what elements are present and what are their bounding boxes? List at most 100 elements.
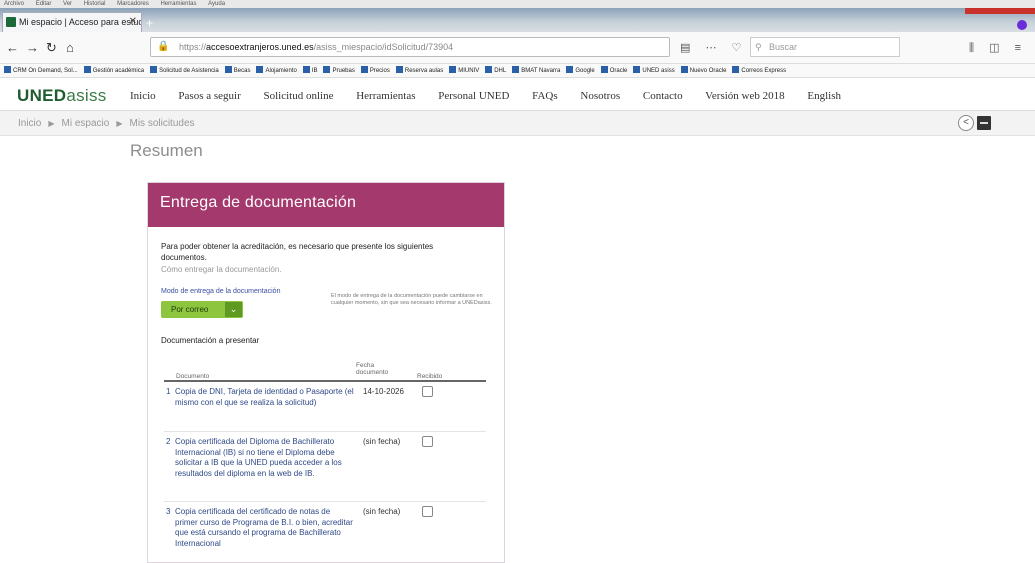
bookmark-item[interactable]: BMAT Navarra: [512, 68, 560, 74]
row-document-text: Copia certificada del Diploma de Bachill…: [175, 437, 342, 478]
search-icon: ⚲: [755, 42, 762, 52]
card-title: Entrega de documentación: [160, 194, 357, 211]
bookmark-item[interactable]: Becas: [225, 68, 251, 74]
row-document-text: Copia de DNI, Tarjeta de identidad o Pas…: [175, 387, 354, 407]
breadcrumb: Inicio ▶ Mi espacio ▶ Mis solicitudes <: [0, 110, 1035, 136]
menu-editar[interactable]: Editar: [32, 1, 52, 7]
header-fecha: Fecha documento: [356, 362, 389, 376]
bookmark-item[interactable]: DHL: [485, 68, 506, 74]
row-number: 3: [166, 507, 171, 516]
bookmark-item[interactable]: Gestión académica: [84, 68, 144, 74]
nav-inicio[interactable]: Inicio: [130, 90, 156, 102]
forward-arrow-icon[interactable]: →: [26, 40, 39, 55]
browser-account-icon[interactable]: [1017, 20, 1027, 30]
intro-text: Para poder obtener la acreditación, es n…: [161, 242, 434, 262]
received-checkbox[interactable]: [422, 506, 433, 517]
chevron-down-icon[interactable]: ⌄: [225, 302, 242, 317]
bookmark-item[interactable]: Pruebas: [323, 68, 354, 74]
row-date: (sin fecha): [363, 437, 401, 446]
browser-menubar: Archivo Editar Ver Historial Marcadores …: [0, 0, 1035, 8]
uned-favicon-icon: [6, 17, 16, 27]
table-row: 1 Copia de DNI, Tarjeta de identidad o P…: [164, 382, 486, 432]
delivery-mode-note: El modo de entrega de la documentación p…: [331, 293, 492, 306]
nav-herramientas[interactable]: Herramientas: [356, 90, 415, 102]
url-host: accesoextranjeros.uned.es: [206, 42, 314, 52]
url-path: /asiss_miespacio/idSolicitud/73904: [313, 42, 454, 52]
table-row: 2 Copia certificada del Diploma de Bachi…: [164, 432, 486, 502]
breadcrumb-separator-icon: ▶: [116, 119, 123, 128]
menu-ver[interactable]: Ver: [59, 1, 72, 7]
home-icon[interactable]: ⌂: [66, 40, 74, 55]
url-prefix: https://: [179, 42, 207, 52]
delivery-mode-select[interactable]: Por correo ⌄: [161, 301, 243, 318]
search-placeholder: Buscar: [769, 42, 798, 52]
search-input[interactable]: ⚲ Buscar: [750, 37, 900, 57]
menu-marcadores[interactable]: Marcadores: [113, 1, 149, 7]
row-document-text: Copia certificada del certificado de not…: [175, 507, 353, 548]
delivery-mode-label: Modo de entrega de la documentación: [161, 288, 281, 295]
new-tab-button[interactable]: +: [146, 16, 153, 30]
delivery-mode-value: Por correo: [171, 305, 209, 314]
nav-nosotros[interactable]: Nosotros: [580, 90, 620, 102]
main-nav: Inicio Pasos a seguir Solicitud online H…: [130, 90, 861, 102]
nav-english[interactable]: English: [807, 90, 841, 102]
documents-title: Documentación a presentar: [161, 336, 260, 345]
menu-herramientas[interactable]: Herramientas: [156, 1, 196, 7]
tab-title: Mi espacio | Acceso para estud: [19, 17, 142, 27]
breadcrumb-mis-solicitudes[interactable]: Mis solicitudes: [129, 118, 194, 129]
row-date: (sin fecha): [363, 507, 401, 516]
nav-pasos[interactable]: Pasos a seguir: [178, 90, 240, 102]
site-header: UNEDasiss Inicio Pasos a seguir Solicitu…: [0, 80, 1035, 110]
table-header: Documento Fecha documento Recibido: [164, 358, 486, 382]
header-document: Documento: [176, 373, 210, 380]
bookmarks-bar: CRM On Demand, Sol... Gestión académica So…: [0, 64, 1035, 78]
nav-faqs[interactable]: FAQs: [532, 90, 557, 102]
bookmark-item[interactable]: Precios: [361, 68, 390, 74]
breadcrumb-mi-espacio[interactable]: Mi espacio: [62, 118, 110, 129]
bookmark-item[interactable]: Solicitud de Asistencia: [150, 68, 219, 74]
library-menu-icon[interactable]: ⫼ ◫ ≡: [969, 41, 1027, 55]
bookmark-item[interactable]: CRM On Demand, Sol...: [4, 68, 78, 74]
back-arrow-icon[interactable]: ←: [6, 40, 19, 55]
nav-solicitud[interactable]: Solicitud online: [264, 90, 334, 102]
browser-tab-active[interactable]: Mi espacio | Acceso para estud ✕: [2, 12, 142, 32]
nav-personal[interactable]: Personal UNED: [438, 90, 509, 102]
bookmark-item[interactable]: MIUNIV: [449, 68, 479, 74]
breadcrumb-separator-icon: ▶: [48, 119, 55, 128]
bookmark-item[interactable]: Oracle: [601, 68, 628, 74]
row-number: 1: [166, 387, 171, 396]
nav-contacto[interactable]: Contacto: [643, 90, 683, 102]
menu-archivo[interactable]: Archivo: [0, 1, 24, 7]
header-recibido: Recibido: [417, 373, 443, 380]
share-icon[interactable]: <: [958, 115, 974, 131]
uned-asiss-logo[interactable]: UNEDasiss: [17, 86, 107, 106]
breadcrumb-inicio[interactable]: Inicio: [18, 118, 41, 129]
nav-version-web[interactable]: Versión web 2018: [705, 90, 784, 102]
menu-historial[interactable]: Historial: [80, 1, 106, 7]
reload-icon[interactable]: ↻: [46, 40, 57, 56]
bookmark-item[interactable]: IB: [303, 68, 318, 74]
bookmark-item[interactable]: Reserva aulas: [396, 68, 443, 74]
row-number: 2: [166, 437, 171, 446]
bookmark-item[interactable]: Alojamiento: [256, 68, 296, 74]
print-icon[interactable]: [977, 116, 991, 130]
close-tab-icon[interactable]: ✕: [129, 13, 137, 31]
window-controls[interactable]: [965, 8, 1035, 14]
documentation-card: Entrega de documentación Para poder obte…: [147, 182, 505, 563]
card-header: Entrega de documentación: [148, 183, 504, 227]
bookmark-item[interactable]: UNED asiss: [633, 68, 674, 74]
url-bar[interactable]: 🔒 https://accesoextranjeros.uned.es/asis…: [150, 37, 670, 57]
bookmark-item[interactable]: Correos Express: [732, 68, 786, 74]
how-to-deliver-link[interactable]: Cómo entregar la documentación.: [161, 265, 282, 274]
page-title: Resumen: [130, 141, 203, 160]
bookmark-item[interactable]: Nuevo Oracle: [681, 68, 727, 74]
bookmark-item[interactable]: Google: [566, 68, 594, 74]
menu-ayuda[interactable]: Ayuda: [204, 1, 225, 7]
received-checkbox[interactable]: [422, 436, 433, 447]
row-date: 14-10-2026: [363, 387, 404, 396]
browser-navbar: ← → ↻ ⌂ 🔒 https://accesoextranjeros.uned…: [0, 32, 1035, 64]
table-row: 3 Copia certificada del certificado de n…: [164, 502, 486, 562]
documents-table: Documento Fecha documento Recibido 1 Copi…: [164, 358, 486, 562]
received-checkbox[interactable]: [422, 386, 433, 397]
logo-bold: UNED: [17, 86, 67, 105]
